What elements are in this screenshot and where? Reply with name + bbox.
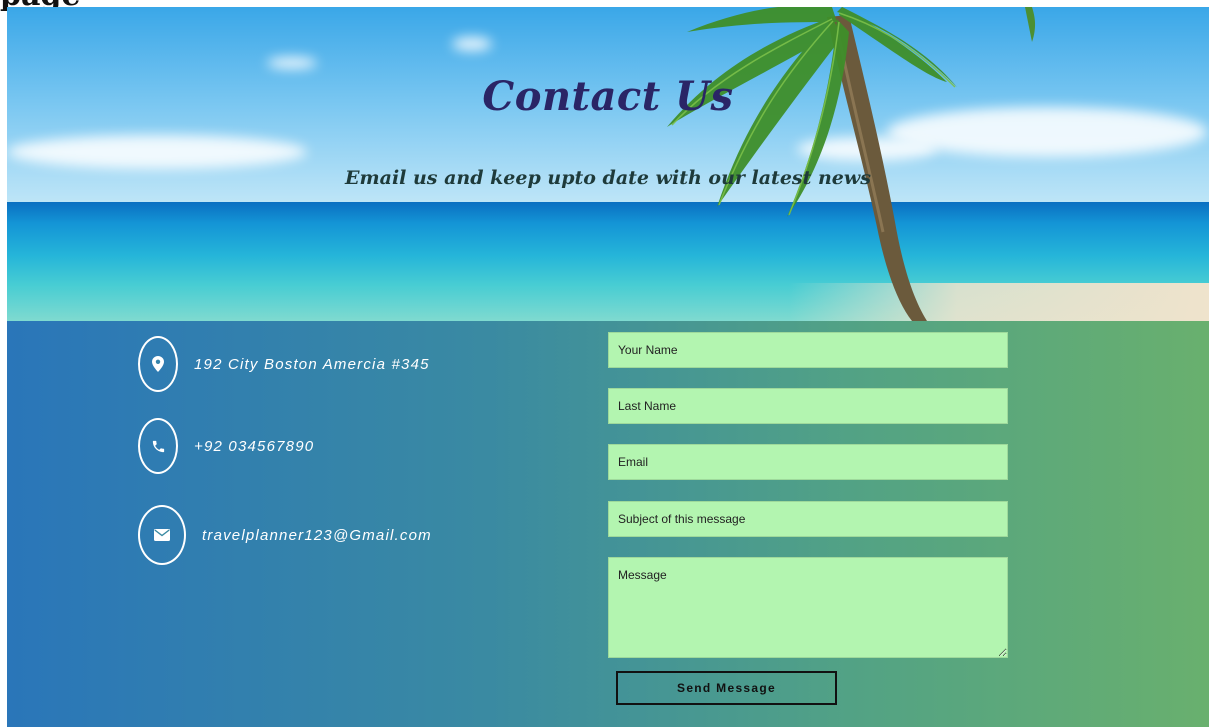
address-item: 192 City Boston Amercia #345 xyxy=(138,336,430,392)
send-message-button[interactable]: Send Message xyxy=(616,671,837,705)
page-subtitle: Email us and keep upto date with our lat… xyxy=(345,167,871,189)
envelope-icon xyxy=(138,505,186,565)
hero-banner: Contact Us Email us and keep upto date w… xyxy=(7,7,1209,321)
email-item: travelplanner123@Gmail.com xyxy=(138,505,432,565)
palm-tree-image xyxy=(667,7,1036,321)
message-textarea[interactable] xyxy=(608,557,1008,658)
phone-item: +92 034567890 xyxy=(138,418,314,474)
page-title: Contact Us xyxy=(482,73,734,120)
phone-text: +92 034567890 xyxy=(194,437,315,455)
address-text: 192 City Boston Amercia #345 xyxy=(194,355,430,373)
last-name-input[interactable] xyxy=(608,388,1008,424)
email-input[interactable] xyxy=(608,444,1008,480)
contact-section: 192 City Boston Amercia #345 +92 0345678… xyxy=(7,321,1209,727)
subject-input[interactable] xyxy=(608,501,1008,537)
email-text: travelplanner123@Gmail.com xyxy=(202,526,432,544)
map-pin-icon xyxy=(138,336,178,392)
first-name-input[interactable] xyxy=(608,332,1008,368)
phone-icon xyxy=(138,418,178,474)
contact-page: page xyxy=(0,0,1209,727)
